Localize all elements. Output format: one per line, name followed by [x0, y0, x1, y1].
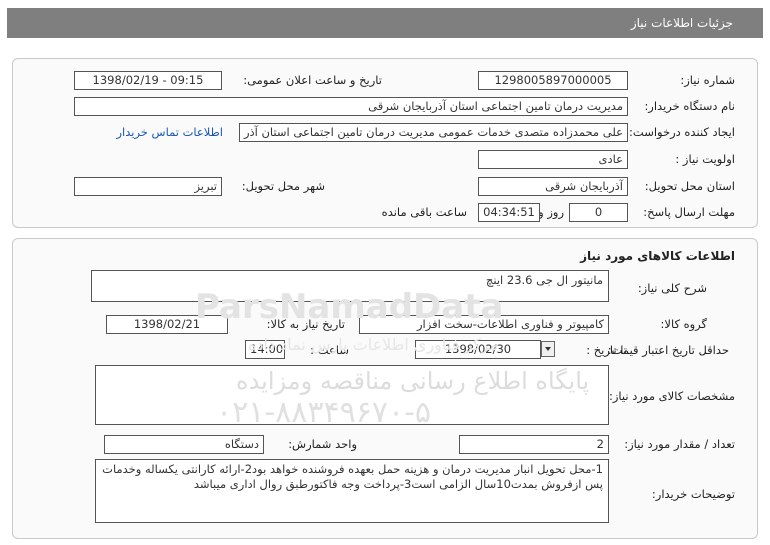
validity-time-field: 14:00	[245, 340, 285, 359]
summary-field: مانیتور ال جی 23.6 اینچ	[91, 270, 609, 302]
buyer-field: مدیریت درمان تامین اجتماعی استان آذربایج…	[74, 97, 628, 116]
page-header: جزئیات اطلاعات نیاز	[7, 8, 763, 38]
time-left-unit-label: ساعت باقی مانده	[381, 205, 467, 219]
priority-label: اولویت نیاز :	[675, 152, 735, 166]
requester-label: ایجاد کننده درخواست:	[629, 125, 735, 139]
days-unit-label: روز و	[538, 205, 564, 219]
goods-info-panel: اطلاعات کالاهای مورد نیاز شرح کلی نیاز: …	[12, 238, 758, 539]
count-unit-label: واحد شمارش:	[288, 437, 357, 451]
response-deadline-label: مهلت ارسال پاسخ:	[643, 205, 735, 219]
delivery-city-field: تبریز	[74, 177, 222, 196]
quantity-label: تعداد / مقدار مورد نیاز:	[624, 437, 735, 451]
validity-until-label: تا تاریخ :	[586, 343, 627, 357]
delivery-city-label: شهر محل تحویل:	[241, 179, 325, 193]
delivery-province-field: آذربایجان شرقی	[478, 177, 628, 196]
need-info-panel: شماره نیاز: 1298005897000005 تاریخ و ساع…	[12, 58, 758, 228]
requester-field: علی محمدزاده متصدی خدمات عمومی مدیریت در…	[239, 123, 628, 142]
page-title: جزئیات اطلاعات نیاز	[630, 16, 733, 30]
time-left-field: 04:34:51	[478, 203, 540, 222]
goods-group-label: گروه کالا:	[660, 317, 707, 331]
specs-label: مشخصات کالای مورد نیاز:	[608, 389, 735, 403]
need-number-label: شماره نیاز:	[680, 73, 735, 87]
quantity-field: 2	[459, 435, 609, 454]
count-unit-field: دستگاه	[104, 435, 264, 454]
goods-group-field: کامپیوتر و فناوری اطلاعات-سخت افزار	[359, 315, 609, 334]
need-date-label: تاریخ نیاز به کالا:	[266, 317, 345, 331]
buyer-contact-link[interactable]: اطلاعات تماس خریدار	[116, 125, 223, 139]
summary-label: شرح کلی نیاز:	[637, 281, 707, 295]
announce-datetime-label: تاریخ و ساعت اعلان عمومی:	[243, 73, 382, 87]
need-date-field: 1398/02/21	[106, 315, 228, 334]
validity-date-picker-button[interactable]	[541, 341, 555, 357]
specs-field	[95, 365, 609, 425]
announce-datetime-field: 1398/02/19 - 09:15	[74, 71, 222, 90]
need-number-field: 1298005897000005	[478, 71, 628, 90]
validity-time-label: ساعت :	[310, 343, 349, 357]
delivery-province-label: استان محل تحویل:	[644, 179, 735, 193]
priority-field: عادی	[478, 150, 628, 169]
validity-date-field: 1398/02/30	[415, 340, 541, 359]
goods-section-title: اطلاعات کالاهای مورد نیاز	[580, 249, 735, 263]
days-left-field: 0	[569, 203, 628, 222]
buyer-notes-label: توضیحات خریدار:	[651, 487, 735, 501]
buyer-label: نام دستگاه خریدار:	[644, 99, 735, 113]
buyer-notes-field: 1-محل تحویل انبار مدیریت درمان و هزینه ح…	[95, 459, 609, 523]
